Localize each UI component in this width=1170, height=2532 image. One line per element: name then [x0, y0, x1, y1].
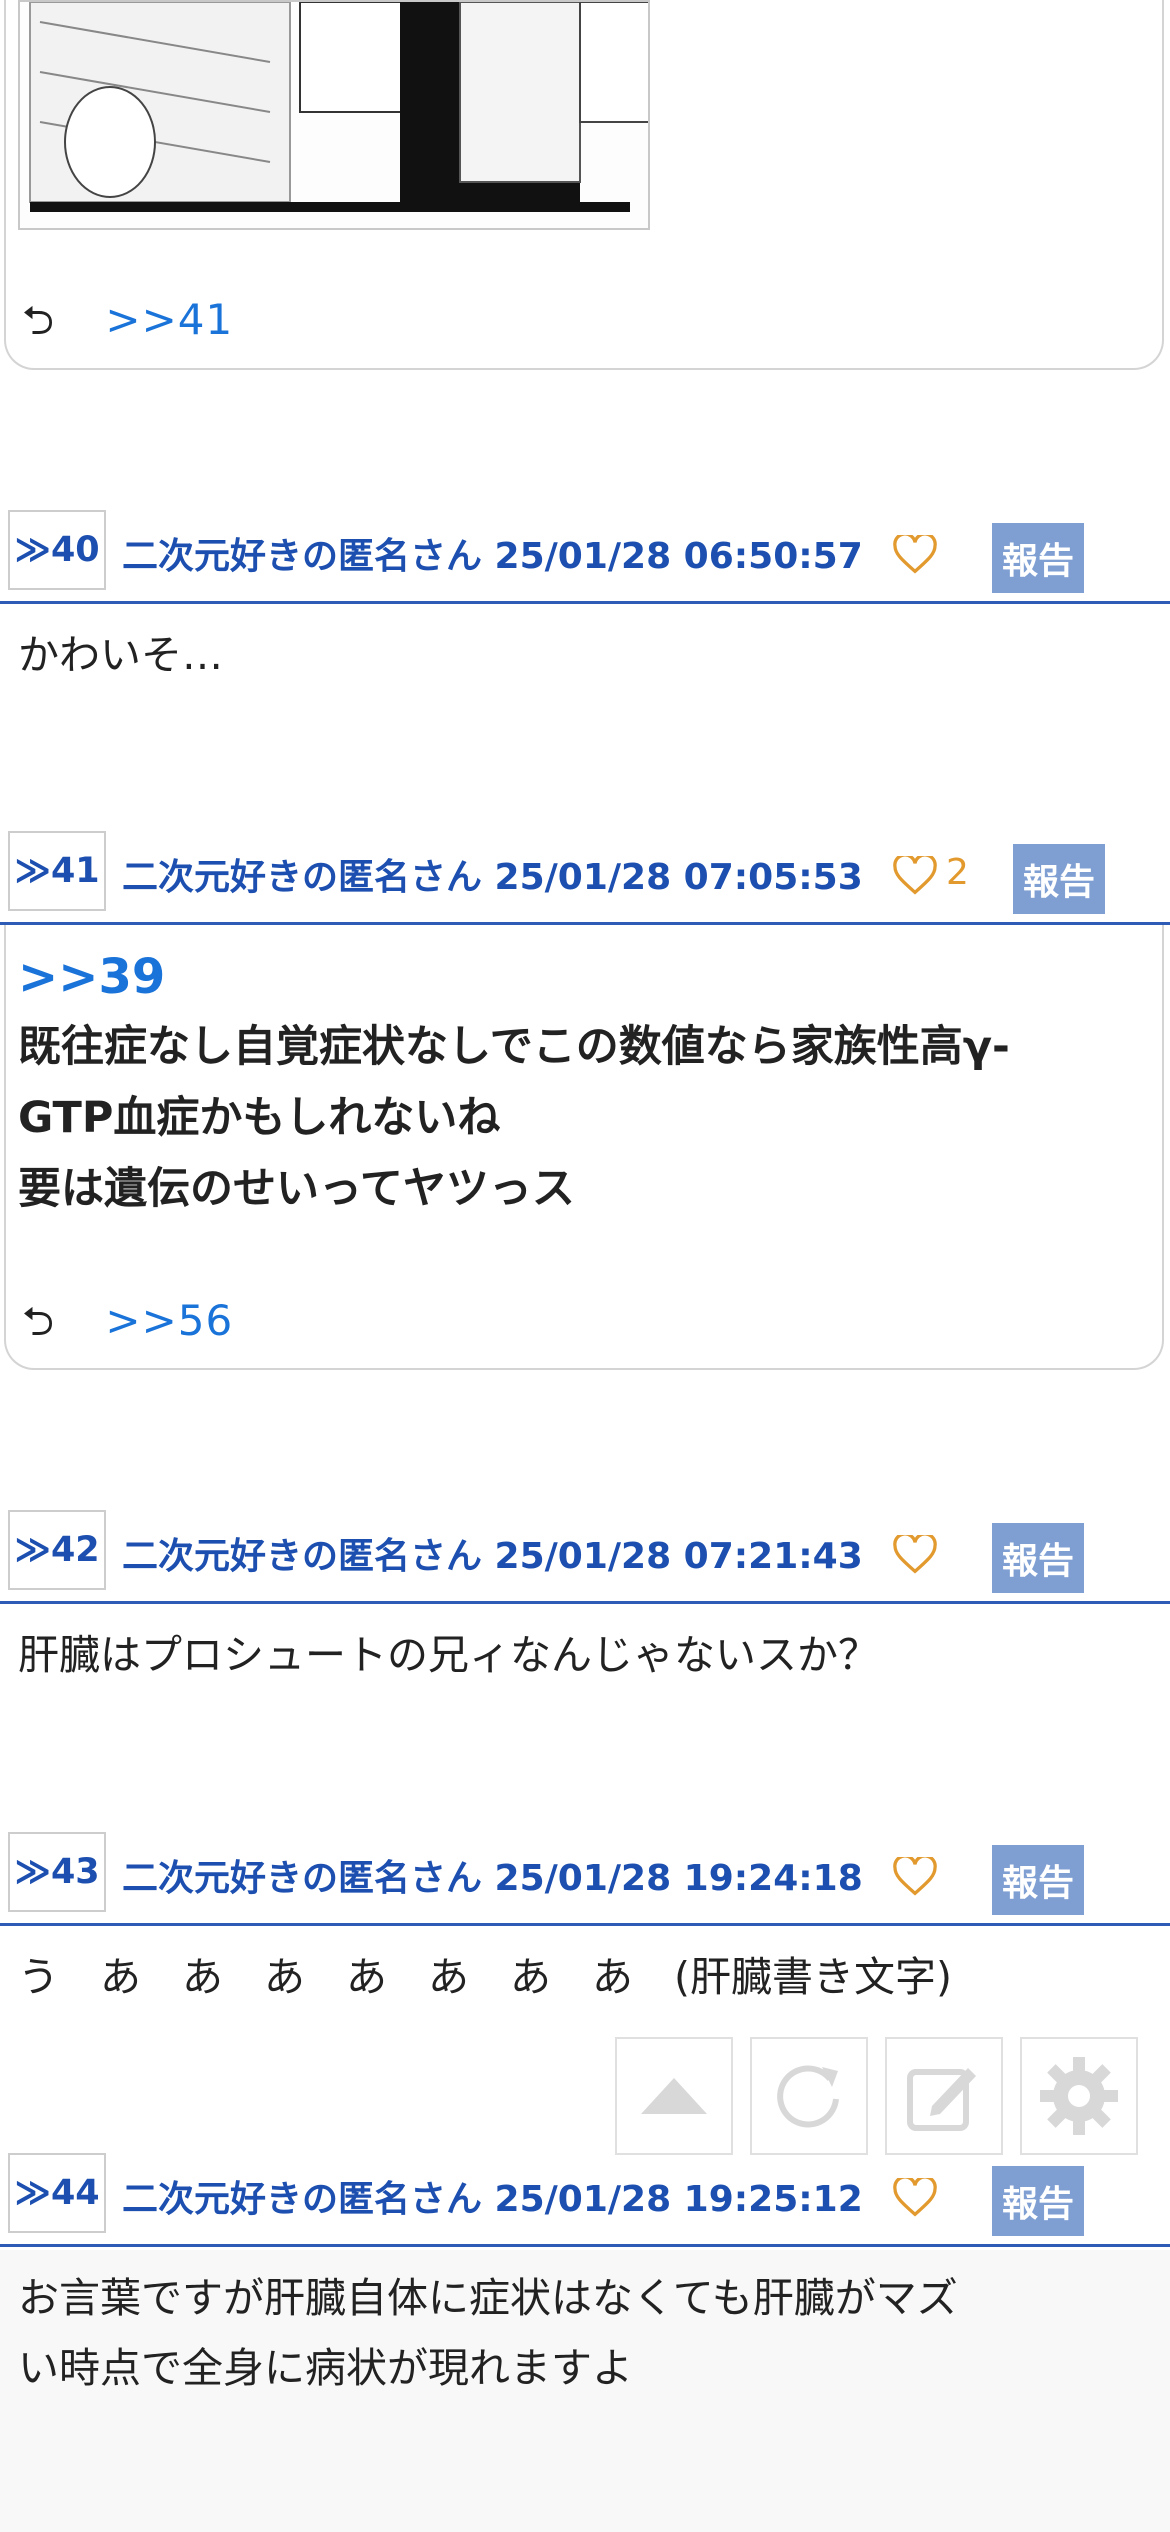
report-button[interactable]: 報告	[992, 523, 1084, 593]
reply-link[interactable]: >>41	[105, 295, 233, 344]
divider	[0, 1601, 1170, 1604]
reply-row: ⮌ >>56	[22, 1293, 233, 1361]
post-number[interactable]: ≫43	[8, 1832, 106, 1912]
author-timestamp: 二次元好きの匿名さん 25/01/28 19:25:12	[122, 2179, 863, 2220]
post-header: ≫40 二次元好きの匿名さん 25/01/28 06:50:57 報告	[0, 505, 1170, 605]
post-number[interactable]: ≫41	[8, 831, 106, 911]
post-body: 肝臓はプロシュートの兄ィなんじゃないスか？	[18, 1631, 879, 1679]
post-number[interactable]: ≫40	[8, 510, 106, 590]
heart-icon[interactable]	[893, 856, 937, 896]
author-timestamp: 二次元好きの匿名さん 25/01/28 19:24:18	[122, 1858, 863, 1899]
settings-icon	[1040, 2057, 1118, 2135]
heart-icon[interactable]	[893, 535, 937, 575]
reply-link[interactable]: >>56	[105, 1296, 233, 1345]
scroll-top-button[interactable]	[615, 2037, 733, 2155]
report-button[interactable]: 報告	[1013, 844, 1105, 914]
post-line: GTP血症かもしれないね	[18, 1093, 501, 1143]
refresh-icon	[777, 2065, 839, 2128]
post-body: >>39 既往症なし自覚症状なしでこの数値なら家族性高γ- GTP血症かもしれな…	[18, 942, 1010, 1225]
divider	[0, 2244, 1170, 2247]
post-image[interactable]	[18, 0, 650, 230]
post-line: 要は遺伝のせいってヤツっス	[18, 1164, 575, 1214]
report-button[interactable]: 報告	[992, 2166, 1084, 2236]
post-body: かわいそ…	[18, 631, 223, 679]
refresh-button[interactable]	[750, 2037, 868, 2155]
post-header: ≫44 二次元好きの匿名さん 25/01/28 19:25:12 報告	[0, 2148, 1170, 2248]
settings-button[interactable]	[1020, 2037, 1138, 2155]
like-count: 2	[946, 852, 969, 893]
author-timestamp: 二次元好きの匿名さん 25/01/28 06:50:57	[122, 536, 863, 577]
divider	[0, 601, 1170, 604]
post-line: い時点で全身に病状が現れますよ	[18, 2344, 633, 2392]
compose-icon	[907, 2068, 976, 2131]
reply-row: ⮌ >>41	[22, 292, 233, 360]
post-line: 既往症なし自覚症状なしでこの数値なら家族性高γ-	[18, 1022, 1010, 1072]
reply-icon[interactable]: ⮌	[22, 1299, 55, 1345]
anchor-link[interactable]: >>39	[18, 942, 1010, 1012]
post-header: ≫41 二次元好きの匿名さん 25/01/28 07:05:53 2 報告	[0, 826, 1170, 926]
heart-icon[interactable]	[893, 2178, 937, 2218]
heart-icon[interactable]	[893, 1857, 937, 1897]
post-header: ≫43 二次元好きの匿名さん 25/01/28 19:24:18 報告	[0, 1827, 1170, 1927]
reply-icon[interactable]: ⮌	[22, 298, 55, 344]
post-body: う あ あ あ あ あ あ あ (肝臓書き文字)	[18, 1953, 952, 2001]
divider	[0, 1923, 1170, 1926]
author-timestamp: 二次元好きの匿名さん 25/01/28 07:05:53	[122, 857, 863, 898]
post-body: お言葉ですが肝臓自体に症状はなくても肝臓がマズ い時点で全身に病状が現れますよ	[18, 2263, 958, 2403]
post-number[interactable]: ≫42	[8, 1510, 106, 1590]
scroll-top-icon	[641, 2078, 707, 2114]
post-line: お言葉ですが肝臓自体に症状はなくても肝臓がマズ	[18, 2274, 958, 2322]
heart-icon[interactable]	[893, 1535, 937, 1575]
report-button[interactable]: 報告	[992, 1845, 1084, 1915]
author-timestamp: 二次元好きの匿名さん 25/01/28 07:21:43	[122, 1536, 863, 1577]
report-button[interactable]: 報告	[992, 1523, 1084, 1593]
post-number[interactable]: ≫44	[8, 2153, 106, 2233]
compose-button[interactable]	[885, 2037, 1003, 2155]
post-header: ≫42 二次元好きの匿名さん 25/01/28 07:21:43 報告	[0, 1505, 1170, 1605]
divider	[0, 922, 1170, 925]
